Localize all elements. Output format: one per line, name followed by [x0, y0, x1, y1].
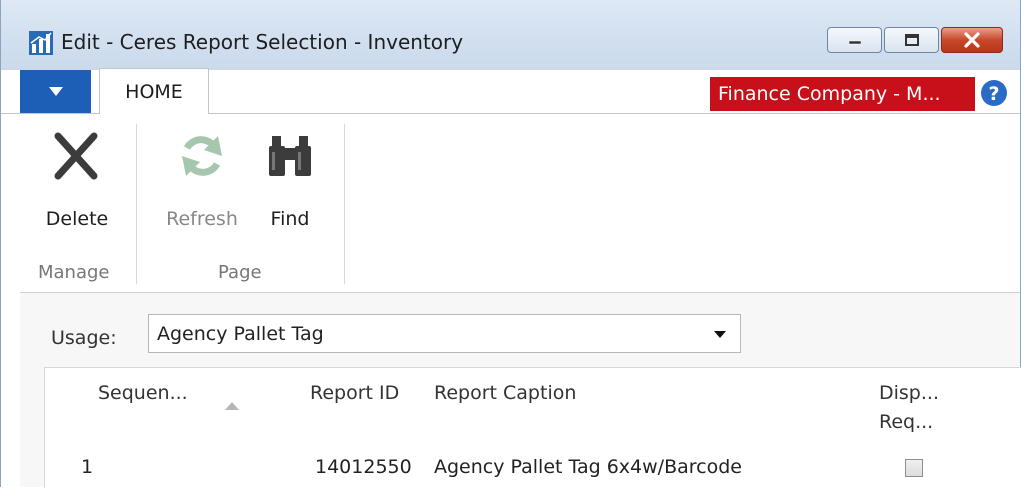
refresh-icon — [182, 136, 222, 176]
cell-sequence: 1 — [81, 456, 94, 478]
maximize-button[interactable] — [884, 27, 939, 53]
group-separator — [344, 124, 345, 284]
window-title: Edit - Ceres Report Selection - Inventor… — [61, 30, 464, 54]
minimize-button[interactable] — [827, 27, 882, 53]
company-badge[interactable]: Finance Company - M... — [710, 77, 975, 111]
minimize-icon — [848, 40, 861, 45]
app-menu-button[interactable] — [20, 70, 91, 113]
title-bar[interactable]: Edit - Ceres Report Selection - Inventor… — [1, 0, 1020, 70]
group-label-manage: Manage — [38, 262, 110, 283]
column-header-display[interactable]: Disp... — [879, 382, 939, 404]
refresh-label: Refresh — [166, 208, 238, 230]
usage-select[interactable]: Agency Pallet Tag — [148, 314, 741, 353]
chevron-down-icon — [714, 331, 726, 338]
sort-ascending-icon — [225, 402, 239, 410]
close-icon — [964, 32, 980, 48]
find-button[interactable]: Find — [258, 122, 322, 234]
display-required-checkbox[interactable] — [905, 459, 923, 477]
delete-label: Delete — [45, 208, 109, 230]
maximize-icon — [904, 34, 919, 46]
column-header-report-id[interactable]: Report ID — [310, 382, 399, 404]
group-separator — [136, 124, 137, 284]
column-header-sequence[interactable]: Sequen... — [98, 382, 188, 404]
refresh-button[interactable]: Refresh — [156, 122, 248, 234]
app-chart-icon — [29, 31, 53, 55]
svg-text:?: ? — [988, 83, 999, 105]
help-icon[interactable]: ? — [980, 79, 1008, 107]
usage-value: Agency Pallet Tag — [157, 323, 324, 345]
tab-home[interactable]: HOME — [99, 68, 209, 114]
cell-report-caption: Agency Pallet Tag 6x4w/Barcode — [434, 456, 742, 478]
table-row[interactable]: 1 14012550 Agency Pallet Tag 6x4w/Barcod… — [45, 446, 1021, 488]
column-header-report-caption[interactable]: Report Caption — [434, 382, 576, 404]
binoculars-icon — [269, 136, 311, 176]
column-header-required[interactable]: Req... — [879, 411, 933, 433]
usage-label: Usage: — [51, 327, 117, 349]
delete-button[interactable]: Delete — [38, 122, 116, 234]
dropdown-arrow-icon — [48, 87, 63, 96]
group-label-page: Page — [218, 262, 262, 283]
find-label: Find — [270, 208, 310, 230]
delete-x-icon — [54, 132, 98, 180]
cell-report-id: 14012550 — [315, 456, 412, 478]
ribbon: Delete Manage Refresh Find Page — [20, 114, 1020, 293]
close-button[interactable] — [941, 27, 1003, 53]
content-area: Usage: Agency Pallet Tag Sequen... Repor… — [20, 293, 1021, 488]
report-table: Sequen... Report ID Report Caption Disp.… — [44, 367, 1021, 488]
window: Edit - Ceres Report Selection - Inventor… — [0, 0, 1021, 488]
